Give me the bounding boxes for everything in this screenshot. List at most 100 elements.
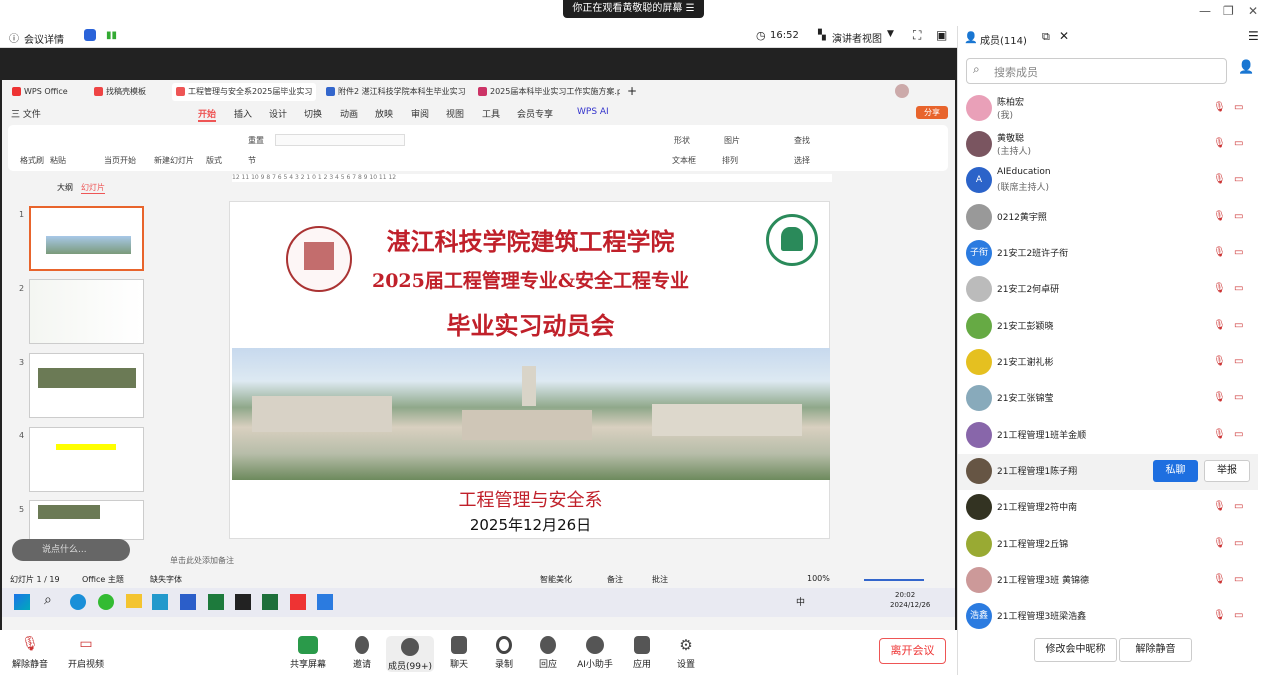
close-icon[interactable]: ✕ [1248, 4, 1258, 18]
avatar[interactable] [895, 84, 909, 98]
menu-home[interactable]: 开始 [198, 107, 217, 122]
slide-thumbnail-1[interactable] [29, 206, 144, 271]
notes-button[interactable]: 备注 [607, 574, 623, 585]
new-tab-icon[interactable]: + [627, 84, 637, 98]
member-row[interactable]: 21工程管理1班羊金顺 🎙 ▭ [966, 419, 1256, 455]
view-button[interactable]: 演讲者视图 [832, 30, 882, 45]
ai-assistant-button[interactable]: AI小助手 [574, 636, 616, 670]
record-button[interactable]: 录制 [489, 636, 519, 670]
member-row[interactable]: 21工程管理2符中南 🎙 ▭ [966, 491, 1256, 527]
share-screen-button[interactable]: 共享屏幕 [288, 636, 328, 670]
menu-icon[interactable]: ☰ [1248, 29, 1259, 43]
member-row[interactable]: 21工程管理2丘锦 🎙 ▭ [966, 528, 1256, 564]
search-icon[interactable]: ⌕ [44, 592, 52, 608]
meeting-info-button[interactable]: 会议详情 [24, 31, 64, 46]
tab-slides[interactable]: 幻灯片 [81, 182, 105, 194]
slide-thumbnail-5[interactable] [29, 500, 144, 540]
paste-button[interactable]: 粘贴 [50, 155, 66, 166]
member-row[interactable]: 21安工张锦莹 🎙 ▭ [966, 382, 1256, 418]
unmute-button[interactable]: 🎙 解除静音 [10, 636, 50, 670]
member-row[interactable]: 21安工谢礼彬 🎙 ▭ [966, 346, 1256, 382]
app-icon[interactable] [235, 594, 251, 610]
invite-button[interactable]: 邀请 [346, 636, 378, 670]
select-button[interactable]: 选择 [794, 155, 810, 166]
reset-button[interactable]: 重置 [248, 135, 264, 146]
chevron-down-icon[interactable]: ▼ [887, 29, 894, 39]
missing-font[interactable]: 缺失字体 [150, 574, 182, 585]
menu-view[interactable]: 视图 [446, 107, 464, 120]
member-row[interactable]: 0212黄宇照 🎙 ▭ [966, 201, 1256, 237]
search-input[interactable]: ⌕ 搜索成员 [966, 58, 1227, 84]
settings-button[interactable]: ⚙ 设置 [672, 636, 700, 670]
menu-member[interactable]: 会员专享 [517, 107, 553, 120]
member-row[interactable]: 21工程管理1陈子翔 [966, 455, 1256, 491]
new-slide-button[interactable]: 新建幻灯片 [154, 155, 194, 166]
close-panel-icon[interactable]: ✕ [1059, 29, 1069, 43]
layout-button[interactable]: 版式 [206, 155, 222, 166]
menu-transition[interactable]: 切换 [304, 107, 322, 120]
member-row[interactable]: A AIEducation (联席主持人) 🎙 ▭ [966, 164, 1256, 200]
excel-app-icon[interactable] [262, 594, 278, 610]
member-row[interactable]: 陈柏宏 (我) 🎙 ▭ [966, 92, 1256, 128]
member-row[interactable]: 21工程管理3班 黄锦德 🎙 ▭ [966, 564, 1256, 600]
member-row[interactable]: 21安工2何卓研 🎙 ▭ [966, 273, 1256, 309]
sidebar-toggle-icon[interactable]: ▣ [936, 28, 947, 42]
apps-button[interactable]: 应用 [628, 636, 656, 670]
slide-thumbnail-2[interactable] [29, 279, 144, 344]
maximize-icon[interactable]: ❐ [1223, 4, 1234, 18]
ask-input[interactable]: 说点什么... [12, 539, 130, 561]
popout-icon[interactable]: ⧉ [1042, 30, 1050, 44]
textbox-button[interactable]: 文本框 [672, 155, 696, 166]
tab-pdf[interactable]: 2025届本科毕业实习工作实施方案.pd [474, 83, 620, 101]
tab-doc1[interactable]: 附件2 湛江科技学院本科生毕业实习 [322, 83, 465, 101]
chat-button[interactable]: 聊天 [444, 636, 474, 670]
word-app-icon[interactable] [180, 594, 196, 610]
folder-icon[interactable] [126, 594, 142, 608]
slide-thumbnail-4[interactable] [29, 427, 144, 492]
menu-review[interactable]: 审阅 [411, 107, 429, 120]
beautify-button[interactable]: 智能美化 [540, 574, 572, 585]
member-row[interactable]: 浩鑫 21工程管理3班梁浩鑫 🎙 ▭ [966, 600, 1256, 636]
leave-meeting-button[interactable]: 离开会议 [879, 638, 946, 664]
add-user-icon[interactable]: 👤 [1238, 60, 1254, 75]
excel-app-icon[interactable] [208, 594, 224, 610]
menu-tools[interactable]: 工具 [482, 107, 500, 120]
wps-app-icon[interactable] [290, 594, 306, 610]
tab-template[interactable]: 找稿壳模板 [90, 83, 166, 101]
member-row[interactable]: 21安工彭颖晓 🎙 ▭ [966, 310, 1256, 346]
member-row[interactable]: 黄敬聪 (主持人) 🎙 ▭ [966, 128, 1256, 164]
zoom-slider[interactable] [864, 579, 924, 581]
notes-placeholder[interactable]: 单击此处添加备注 [170, 555, 234, 566]
shapes-button[interactable]: 形状 [674, 135, 690, 146]
rename-button[interactable]: 修改会中昵称 [1034, 638, 1117, 662]
member-row[interactable]: 子衔 21安工2班许子衔 🎙 ▭ [966, 237, 1256, 273]
slide-thumbnail-3[interactable] [29, 353, 144, 418]
menu-slideshow[interactable]: 放映 [375, 107, 393, 120]
menu-insert[interactable]: 插入 [234, 107, 252, 120]
chrome-icon[interactable] [98, 594, 114, 610]
tab-outline[interactable]: 大纲 [57, 182, 73, 193]
windows-start-icon[interactable] [14, 594, 30, 610]
tab-active-ppt[interactable]: 工程管理与安全系2025届毕业实习 [172, 83, 316, 101]
app-icon[interactable] [152, 594, 168, 610]
members-button[interactable]: 成员(99+) [386, 636, 434, 672]
meeting-app-icon[interactable] [317, 594, 333, 610]
ime-indicator[interactable]: 中 [796, 595, 805, 608]
picture-button[interactable]: 图片 [724, 135, 740, 146]
find-button[interactable]: 查找 [794, 135, 810, 146]
fullscreen-icon[interactable]: ⛶ [913, 28, 921, 43]
tab-wps-office[interactable]: WPS Office [8, 83, 86, 101]
start-video-button[interactable]: ▭ 开启视频 [65, 636, 107, 670]
edge-icon[interactable] [70, 594, 86, 610]
react-button[interactable]: 回应 [533, 636, 563, 670]
section-button[interactable]: 节 [248, 155, 256, 166]
minimize-icon[interactable]: — [1199, 4, 1211, 18]
zoom-level[interactable]: 100% [807, 574, 830, 583]
menu-animation[interactable]: 动画 [340, 107, 358, 120]
screen-share-banner[interactable]: 你正在观看黄敬聪的屏幕 ☰ [563, 0, 704, 18]
menu-wps-ai[interactable]: WPS AI [577, 107, 609, 117]
format-painter-button[interactable]: 格式刷 [20, 155, 44, 166]
slide-canvas[interactable]: 湛江科技学院建筑工程学院 2025届工程管理专业&安全工程专业 毕业实习动员会 … [229, 201, 830, 539]
comments-button[interactable]: 批注 [652, 574, 668, 585]
menu-file[interactable]: 三 文件 [11, 107, 41, 120]
